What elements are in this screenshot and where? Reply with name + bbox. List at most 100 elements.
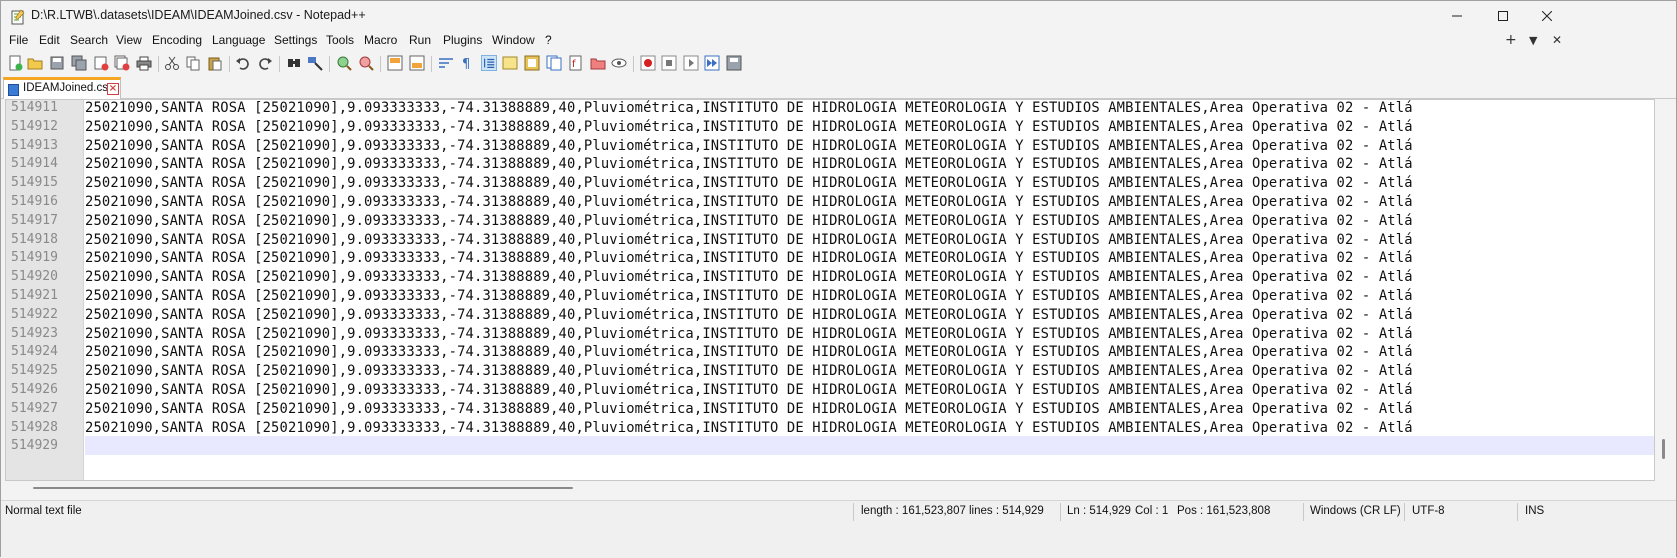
code-line[interactable]: 25021090,SANTA ROSA [25021090],9.0933333…: [85, 419, 1413, 438]
code-line[interactable]: 25021090,SANTA ROSA [25021090],9.0933333…: [85, 137, 1413, 156]
indent-guide-icon[interactable]: [481, 55, 497, 71]
show-all-characters-icon[interactable]: ¶: [459, 55, 475, 71]
code-line[interactable]: 25021090,SANTA ROSA [25021090],9.0933333…: [85, 362, 1413, 381]
function-list-icon[interactable]: f: [568, 55, 584, 71]
document-map-icon[interactable]: [524, 55, 540, 71]
status-encoding[interactable]: UTF-8: [1412, 505, 1445, 517]
document-list-icon[interactable]: [546, 55, 562, 71]
save-icon[interactable]: [49, 55, 65, 71]
code-line[interactable]: 25021090,SANTA ROSA [25021090],9.0933333…: [85, 268, 1413, 287]
redo-icon[interactable]: [257, 55, 273, 71]
replace-icon[interactable]: [307, 55, 323, 71]
tab-list-dropdown-button[interactable]: ▼: [1529, 34, 1537, 47]
close-file-icon[interactable]: [93, 55, 109, 71]
line-number: 514925: [11, 363, 58, 379]
code-line[interactable]: 25021090,SANTA ROSA [25021090],9.0933333…: [85, 118, 1413, 137]
scrollbar-thumb-icon[interactable]: [1657, 439, 1671, 459]
close-document-button[interactable]: ✕: [1552, 33, 1562, 47]
editor-area[interactable]: 514911 25021090,SANTA ROSA [25021090],9.…: [5, 99, 1655, 481]
line-number: 514923: [11, 325, 58, 341]
code-line[interactable]: 25021090,SANTA ROSA [25021090],9.0933333…: [85, 100, 1413, 118]
code-line[interactable]: 25021090,SANTA ROSA [25021090],9.0933333…: [85, 306, 1413, 325]
new-file-icon[interactable]: [7, 55, 23, 71]
zoom-in-icon[interactable]: [336, 55, 352, 71]
line-number: 514912: [11, 118, 58, 134]
menu-plugins[interactable]: Plugins: [443, 33, 482, 47]
maximize-icon: [1498, 11, 1508, 21]
line-number: 514926: [11, 382, 58, 397]
menu-run[interactable]: Run: [409, 33, 431, 47]
tab-ideamjoined-csv[interactable]: IDEAMJoined.csv ×: [3, 77, 121, 99]
minimize-icon: [1452, 15, 1462, 17]
code-line[interactable]: 25021090,SANTA ROSA [25021090],9.0933333…: [85, 174, 1413, 193]
save-all-icon[interactable]: [71, 55, 87, 71]
macro-play-icon[interactable]: [683, 55, 699, 71]
zoom-out-icon[interactable]: [358, 55, 374, 71]
menu-language[interactable]: Language: [212, 33, 265, 47]
menu-edit[interactable]: Edit: [39, 33, 60, 47]
macro-stop-icon[interactable]: [661, 55, 677, 71]
notepadpp-logo-icon: [11, 9, 25, 25]
line-number: 514922: [11, 306, 58, 322]
menu-help[interactable]: ?: [545, 33, 552, 47]
close-window-button[interactable]: [1524, 1, 1570, 31]
monitoring-eye-icon[interactable]: [611, 55, 627, 71]
code-line[interactable]: 25021090,SANTA ROSA [25021090],9.0933333…: [85, 155, 1413, 174]
line-number: 514915: [11, 175, 58, 191]
status-length: length : 161,523,807: [861, 505, 966, 517]
maximize-button[interactable]: [1480, 1, 1526, 31]
code-line[interactable]: 25021090,SANTA ROSA [25021090],9.0933333…: [85, 231, 1413, 250]
find-icon[interactable]: [286, 55, 302, 71]
code-line[interactable]: 25021090,SANTA ROSA [25021090],9.0933333…: [85, 343, 1413, 362]
minimize-button[interactable]: [1434, 1, 1480, 31]
menu-view[interactable]: View: [116, 33, 142, 47]
print-icon[interactable]: [136, 55, 152, 71]
sync-vertical-icon[interactable]: [387, 55, 403, 71]
menu-file[interactable]: File: [9, 33, 28, 47]
line-number: 514928: [11, 419, 58, 435]
sync-horizontal-icon[interactable]: [409, 55, 425, 71]
horizontal-scrollbar[interactable]: [5, 481, 1655, 497]
word-wrap-icon[interactable]: [438, 55, 454, 71]
vertical-scrollbar[interactable]: [1655, 99, 1673, 481]
code-line[interactable]: 25021090,SANTA ROSA [25021090],9.0933333…: [85, 193, 1413, 212]
close-icon: [1542, 11, 1552, 21]
line-number: 514916: [11, 194, 58, 209]
open-file-icon[interactable]: [27, 55, 43, 71]
macro-save-icon[interactable]: [726, 55, 742, 71]
code-line[interactable]: 25021090,SANTA ROSA [25021090],9.0933333…: [85, 400, 1413, 419]
new-tab-plus-button[interactable]: +: [1505, 32, 1517, 48]
status-file-type: Normal text file: [5, 505, 82, 517]
close-all-icon[interactable]: [114, 55, 130, 71]
code-line[interactable]: 25021090,SANTA ROSA [25021090],9.0933333…: [85, 381, 1413, 400]
macro-record-icon[interactable]: [640, 55, 656, 71]
menu-tools[interactable]: Tools: [326, 33, 354, 47]
code-line[interactable]: 25021090,SANTA ROSA [25021090],9.0933333…: [85, 212, 1413, 231]
status-eol-format[interactable]: Windows (CR LF): [1310, 505, 1401, 517]
status-insert-mode[interactable]: INS: [1525, 505, 1544, 517]
line-number: 514918: [11, 231, 58, 247]
line-number: 514914: [11, 156, 58, 172]
undo-icon[interactable]: [235, 55, 251, 71]
status-line-number[interactable]: Ln : 514,929: [1067, 505, 1131, 517]
menu-macro[interactable]: Macro: [364, 33, 397, 47]
copy-icon[interactable]: [185, 55, 201, 71]
line-number: 514911: [11, 100, 58, 115]
tab-close-icon[interactable]: ×: [107, 83, 119, 95]
horizontal-scrollbar-thumb[interactable]: [33, 487, 573, 489]
menu-settings[interactable]: Settings: [274, 33, 317, 47]
code-line[interactable]: 25021090,SANTA ROSA [25021090],9.0933333…: [85, 287, 1413, 306]
menu-encoding[interactable]: Encoding: [152, 33, 202, 47]
paste-icon[interactable]: [207, 55, 223, 71]
user-defined-language-icon[interactable]: [502, 55, 518, 71]
code-line[interactable]: 25021090,SANTA ROSA [25021090],9.0933333…: [85, 249, 1413, 268]
folder-as-workspace-icon[interactable]: [590, 55, 606, 71]
status-position[interactable]: Pos : 161,523,808: [1177, 505, 1270, 517]
menu-window[interactable]: Window: [492, 33, 535, 47]
window-bottom-edge: [1, 522, 1676, 558]
status-column[interactable]: Col : 1: [1135, 505, 1168, 517]
menu-search[interactable]: Search: [70, 33, 108, 47]
code-line[interactable]: 25021090,SANTA ROSA [25021090],9.0933333…: [85, 325, 1413, 344]
macro-run-multiple-icon[interactable]: [704, 55, 720, 71]
cut-icon[interactable]: [164, 55, 180, 71]
